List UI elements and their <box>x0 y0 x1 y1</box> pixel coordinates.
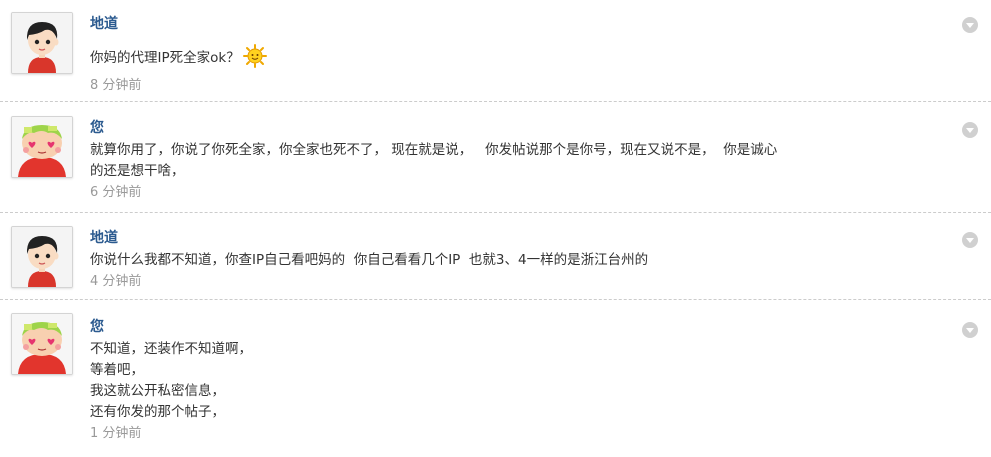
chevron-down-icon[interactable] <box>962 17 978 33</box>
timestamp: 6 分钟前 <box>90 185 142 200</box>
comment-item: 地道 你说什么我都不知道，你查IP自己看吧妈的 你自己看看几个IP 也就3、4一… <box>0 212 991 300</box>
comment-text: 不知道，还装作不知道啊， 等着吧， 我这就公开私密信息， 还有你发的那个帖子， <box>90 339 891 423</box>
boy-avatar-icon[interactable] <box>11 226 73 288</box>
comment-text-line: 等着吧， <box>90 362 144 378</box>
comment-content: 地道 你说什么我都不知道，你查IP自己看吧妈的 你自己看看几个IP 也就3、4一… <box>90 228 891 292</box>
comment-item: 您 不知道，还装作不知道啊， 等着吧， 我这就公开私密信息， 还有你发的那个帖子… <box>0 299 991 457</box>
comment-text-line: 你妈的代理IP死全家ok？ <box>90 50 240 66</box>
chevron-down-icon[interactable] <box>962 122 978 138</box>
author-link[interactable]: 地道 <box>90 14 891 34</box>
comment-text-line: 就算你用了，你说了你死全家，你全家也死不了， 现在就是说， 你发帖说那个是你号，… <box>90 142 778 158</box>
chevron-down-icon[interactable] <box>962 232 978 248</box>
author-link[interactable]: 地道 <box>90 228 891 248</box>
comment-text: 就算你用了，你说了你死全家，你全家也死不了， 现在就是说， 你发帖说那个是你号，… <box>90 140 891 182</box>
comment-thread: 地道 你妈的代理IP死全家ok？ 8 分钟前 您 就算你用了，你说了你死全家，你… <box>0 0 991 456</box>
timestamp: 1 分钟前 <box>90 426 142 441</box>
timestamp: 8 分钟前 <box>90 78 142 93</box>
comment-text-line: 还有你发的那个帖子， <box>90 404 225 420</box>
comment-content: 您 就算你用了，你说了你死全家，你全家也死不了， 现在就是说， 你发帖说那个是你… <box>90 118 891 203</box>
timestamp: 4 分钟前 <box>90 274 142 289</box>
comment-text-line: 不知道，还装作不知道啊， <box>90 341 252 357</box>
chevron-down-icon[interactable] <box>962 322 978 338</box>
cartoon-girl-avatar-icon[interactable] <box>11 116 73 178</box>
comment-item: 您 就算你用了，你说了你死全家，你全家也死不了， 现在就是说， 你发帖说那个是你… <box>0 101 991 213</box>
boy-avatar-icon[interactable] <box>11 12 73 74</box>
comment-item: 地道 你妈的代理IP死全家ok？ 8 分钟前 <box>0 0 991 101</box>
author-link[interactable]: 您 <box>90 118 891 138</box>
comment-text: 你说什么我都不知道，你查IP自己看吧妈的 你自己看看几个IP 也就3、4一样的是… <box>90 250 891 271</box>
author-link[interactable]: 您 <box>90 317 891 337</box>
comment-text: 你妈的代理IP死全家ok？ <box>90 44 891 75</box>
cartoon-girl-avatar-icon[interactable] <box>11 313 73 375</box>
comment-content: 地道 你妈的代理IP死全家ok？ 8 分钟前 <box>90 14 891 96</box>
sun-emoji-icon <box>242 44 267 75</box>
comment-text-line: 你说什么我都不知道，你查IP自己看吧妈的 你自己看看几个IP 也就3、4一样的是… <box>90 252 649 268</box>
comment-content: 您 不知道，还装作不知道啊， 等着吧， 我这就公开私密信息， 还有你发的那个帖子… <box>90 317 891 444</box>
comment-text-line: 我这就公开私密信息， <box>90 383 225 399</box>
comment-text-line: 的还是想干啥， <box>90 163 185 179</box>
